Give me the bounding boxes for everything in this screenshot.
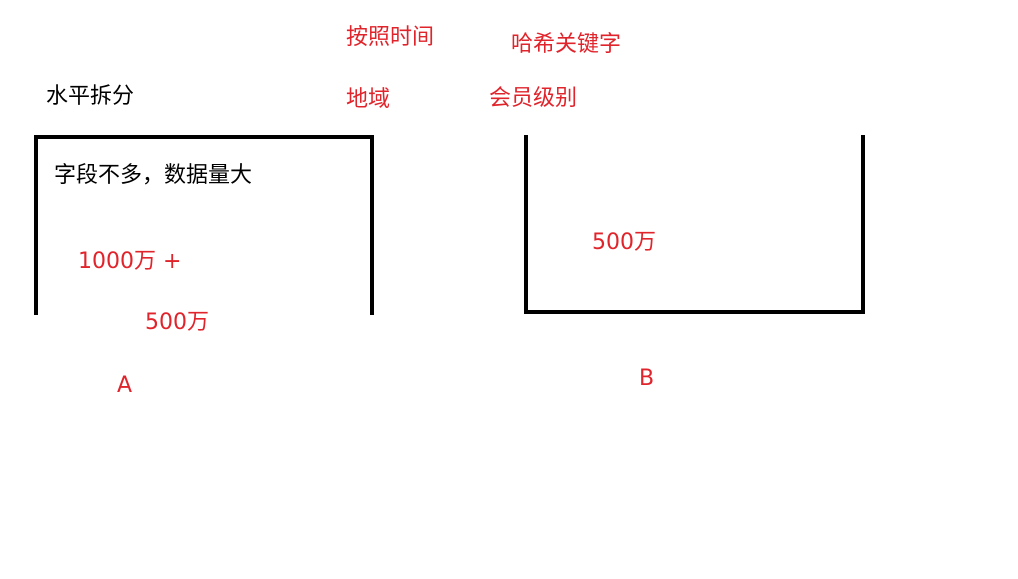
table-b-label: B bbox=[639, 366, 655, 391]
table-b-amount: 500万 bbox=[592, 230, 656, 255]
table-a-description: 字段不多，数据量大 bbox=[54, 163, 253, 188]
table-a-amount-extra: 500万 bbox=[145, 310, 209, 335]
table-b-box bbox=[524, 135, 865, 314]
table-a-box bbox=[34, 135, 374, 315]
diagram-title: 水平拆分 bbox=[46, 84, 135, 109]
table-a-amount-main: 1000万 + bbox=[78, 249, 182, 274]
strategy-by-time: 按照时间 bbox=[346, 25, 435, 50]
strategy-region: 地域 bbox=[346, 87, 391, 112]
table-a-label: A bbox=[117, 373, 133, 398]
strategy-hash-key: 哈希关键字 bbox=[511, 32, 622, 57]
strategy-member-level: 会员级别 bbox=[489, 86, 578, 111]
